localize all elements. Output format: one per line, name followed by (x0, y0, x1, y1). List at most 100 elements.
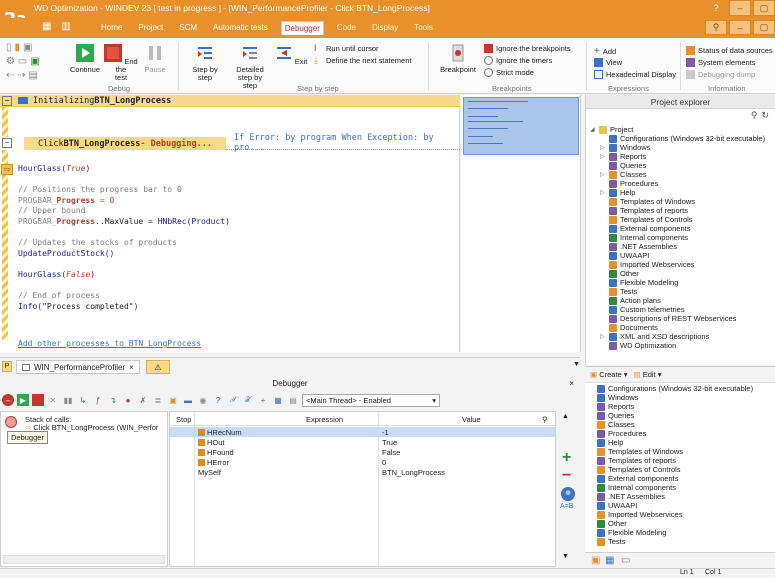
collapse-icon[interactable]: − (2, 95, 12, 106)
ignore-breakpoints-toggle[interactable]: Ignore the breakpoints (484, 44, 571, 53)
copy-icon[interactable]: ▦ (272, 394, 284, 406)
define-next-statement-button[interactable]: ⤓ Define the next statement (314, 56, 411, 66)
close-icon[interactable]: × (569, 377, 574, 391)
grid-icon[interactable]: ▦ (42, 21, 51, 32)
tree-item[interactable]: Procedures (600, 179, 658, 188)
clear-icon[interactable]: ✗ (137, 394, 149, 406)
step-by-step-button[interactable]: Step by step (188, 44, 222, 82)
project-icon[interactable]: P (2, 361, 12, 372)
element-list-item[interactable]: Templates of Windows (597, 447, 683, 456)
step-into-icon[interactable]: ↳ (77, 394, 89, 406)
hexadecimal-display-toggle[interactable]: Hexadecimal Display (594, 70, 676, 79)
tree-item[interactable]: ▷ XML and XSD descriptions (600, 332, 709, 341)
code-comment[interactable]: // Upper bound (18, 206, 85, 215)
element-list-item[interactable]: .NET Assemblies (597, 492, 665, 501)
debugging-dump-button[interactable]: Debugging dump (686, 70, 755, 79)
watch-panel[interactable]: Stop Expression Value ⚲ HRecNum -1 HOut Tru… (169, 411, 556, 568)
element-list-item[interactable]: Configurations (Windows 32-bit executabl… (597, 384, 753, 393)
collapse-icon[interactable]: − (2, 138, 12, 148)
run-until-cursor-button[interactable]: I Run until cursor (314, 44, 379, 54)
help-icon[interactable]: ? (705, 0, 727, 16)
code-editor[interactable]: − Initializing BTN_LongProcess − Click B… (0, 95, 460, 352)
chevron-up-icon[interactable]: ▲ (562, 413, 569, 420)
element-list-item[interactable]: Help (597, 438, 623, 447)
exit-button[interactable]: Exit (274, 44, 308, 66)
element-list-item[interactable]: UWAAPI (597, 501, 637, 510)
column-stop[interactable]: Stop (176, 415, 191, 424)
element-list-item[interactable]: Other (597, 519, 627, 528)
add-watch-icon[interactable]: + (562, 449, 571, 467)
paste-icon[interactable]: ▤ (287, 394, 299, 406)
expand-icon[interactable]: ▷ (600, 171, 606, 178)
tree-item[interactable]: ▷ Classes (600, 170, 647, 179)
system-elements-button[interactable]: System elements (686, 58, 756, 67)
stop-debug-icon[interactable]: – (2, 394, 14, 406)
element-list-item[interactable]: Tests (597, 537, 626, 546)
pause-button[interactable]: Pause (138, 44, 172, 74)
play-icon[interactable]: ▶ (17, 394, 29, 406)
tree-item[interactable]: Queries (600, 161, 646, 170)
chevron-down-icon[interactable]: ▼ (562, 553, 569, 560)
display-icon[interactable]: ▬ (182, 394, 194, 406)
element-list-item[interactable]: External components (597, 474, 678, 483)
tree-item[interactable]: Internal components (600, 233, 688, 242)
expand-icon[interactable]: ▷ (600, 144, 606, 151)
tree-item[interactable]: Action plans (600, 296, 661, 305)
code-line[interactable]: PROGBAR_Progress = 0 (18, 196, 114, 205)
element-list-item[interactable]: Reports (597, 402, 634, 411)
continue-button[interactable]: Continue (68, 44, 102, 74)
tree-item[interactable]: ▷ Reports (600, 152, 646, 161)
watch-row[interactable]: MySelf BTN_LongProcess (170, 467, 555, 477)
horizontal-scrollbar[interactable] (3, 555, 165, 564)
tree-item[interactable]: WD Optimization (600, 341, 676, 350)
variable-icon[interactable]: 𝒳 (227, 394, 239, 406)
watch-row[interactable]: HError 0 (170, 457, 555, 467)
pause-icon[interactable]: ▮▮ (62, 394, 74, 406)
tab-win-performance-profiler[interactable]: WIN_PerformanceProfiler × (16, 360, 140, 374)
tree-item[interactable]: .NET Assemblies (600, 242, 677, 251)
code-comment[interactable]: // Updates the stocks of products (18, 238, 177, 247)
tab-display[interactable]: Display (369, 21, 401, 35)
tree-item[interactable]: Custom telemetries (600, 305, 685, 314)
close-icon[interactable]: × (129, 363, 134, 372)
code-line[interactable]: HourGlass(False) (18, 270, 95, 279)
add-expression-icon[interactable]: + (257, 394, 269, 406)
watch-row[interactable]: HRecNum -1 (170, 427, 555, 437)
create-button[interactable]: ▣ Create ▾ (590, 370, 628, 379)
float-button[interactable]: ▢ (753, 20, 775, 35)
element-list-item[interactable]: Templates of Controls (597, 465, 681, 474)
navigate-icon[interactable]: ⇠ ⇢ ▤ (6, 70, 38, 81)
watch-icon[interactable]: ◉ (197, 394, 209, 406)
detailed-step-button[interactable]: Detailed step by step (230, 44, 270, 90)
chevron-down-icon[interactable]: ▼ (573, 361, 580, 368)
status-data-sources-button[interactable]: Status of data sources (686, 46, 773, 55)
tab-home[interactable]: Home (98, 21, 125, 35)
list-tab-icon[interactable]: ▭ (621, 555, 630, 566)
expand-icon[interactable]: ◢ (590, 126, 596, 133)
tab-code-search[interactable]: ⚠ (146, 360, 170, 374)
view-button[interactable]: View (594, 58, 622, 67)
tree-item[interactable]: Flexible Modeling (600, 278, 678, 287)
thread-select[interactable]: <Main Thread> - Enabled ▾ (302, 393, 440, 407)
tree-item[interactable]: ▷ Windows (600, 143, 650, 152)
end-test-button[interactable]: End the test (104, 44, 138, 82)
break-icon[interactable]: ✕ (47, 394, 59, 406)
call-stack-panel[interactable]: Stack of calls: ⇨ Click BTN_LongProcess … (0, 411, 168, 567)
search-icon[interactable]: ⚲ (751, 110, 758, 121)
tree-item[interactable]: ▷ Help (600, 188, 635, 197)
element-list-item[interactable]: Classes (597, 420, 635, 429)
element-list-item[interactable]: Imported Webservices (597, 510, 682, 519)
element-list-item[interactable]: Queries (597, 411, 634, 420)
element-list-item[interactable]: Templates of reports (597, 456, 676, 465)
minimap-viewport[interactable] (463, 97, 579, 155)
remove-watch-icon[interactable]: − (562, 467, 571, 485)
strict-mode-radio[interactable]: Strict mode (484, 68, 534, 77)
tree-item[interactable]: Tests (600, 287, 638, 296)
stop-icon[interactable] (32, 394, 44, 406)
code-comment[interactable]: // End of process (18, 291, 100, 300)
tree-item[interactable]: Templates of Controls (600, 215, 693, 224)
code-comment[interactable]: // Positions the progress bar to 0 (18, 185, 182, 194)
tab-code[interactable]: Code (334, 21, 359, 35)
tab-automatic-tests[interactable]: Automatic tests (210, 21, 271, 35)
tab-tools[interactable]: Tools (411, 21, 436, 35)
